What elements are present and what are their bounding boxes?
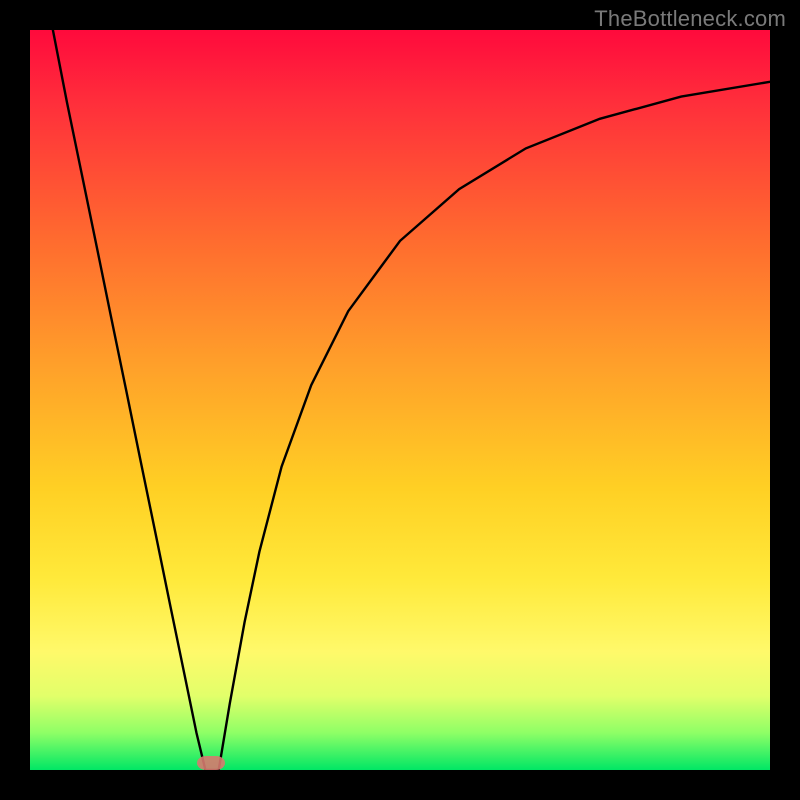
- curve-svg: [30, 30, 770, 770]
- bottleneck-curve: [53, 30, 770, 770]
- bottom-marker: [197, 756, 225, 770]
- chart-frame: TheBottleneck.com: [0, 0, 800, 800]
- watermark-text: TheBottleneck.com: [594, 6, 786, 32]
- plot-area: [30, 30, 770, 770]
